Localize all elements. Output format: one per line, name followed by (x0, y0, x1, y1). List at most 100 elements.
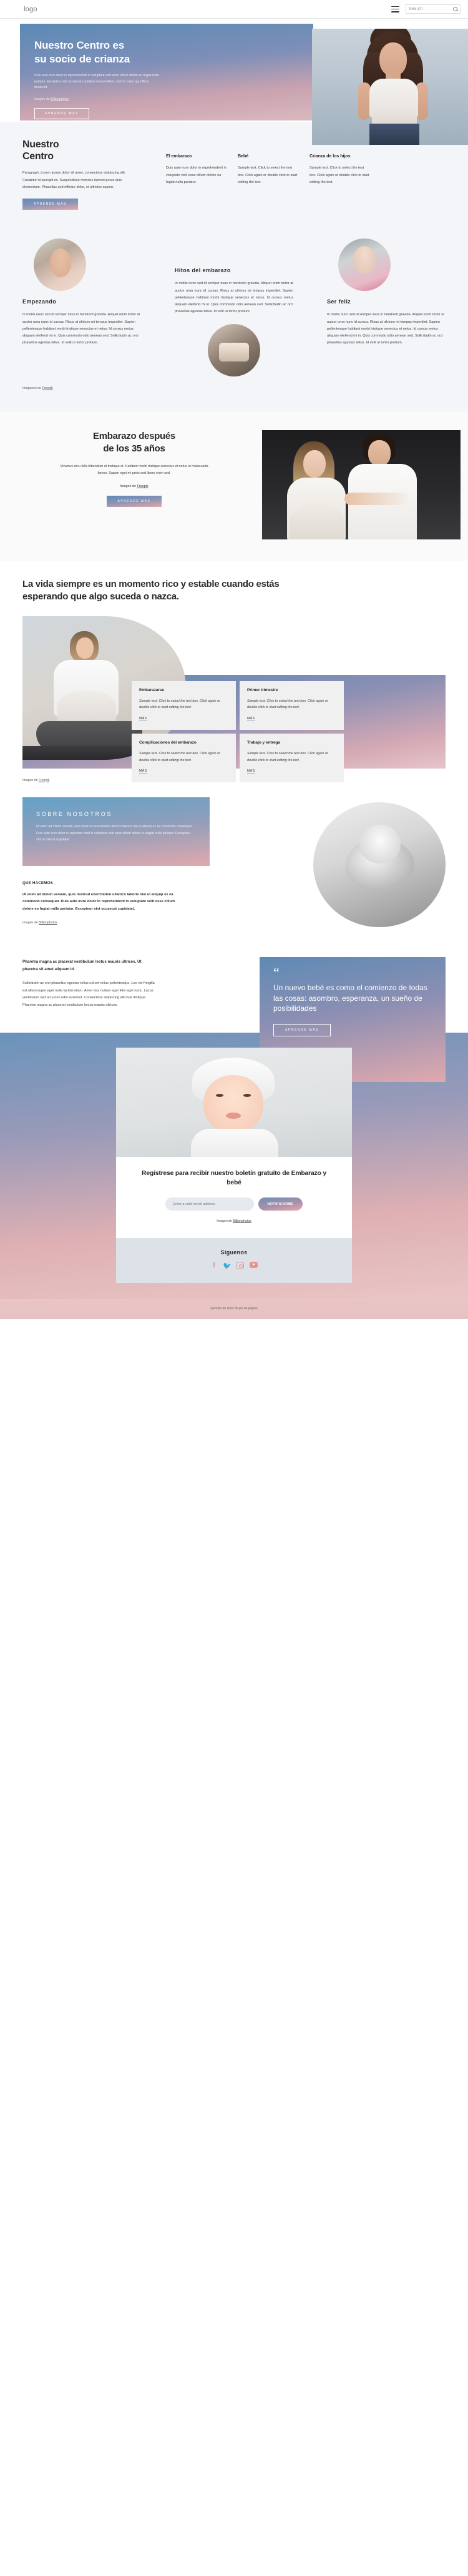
vida-card-link[interactable]: MÁS (139, 769, 147, 774)
sobre-credit: Imagen de Billionphotos (22, 921, 185, 925)
centro-title: Nuestro Centro (22, 139, 147, 162)
quote-cta-button[interactable]: APRENDE MÁS (273, 1024, 331, 1037)
newsletter-submit-button[interactable]: NOTIFICARME (258, 1197, 303, 1211)
circles-credit-prefix: Imágenes de (22, 386, 42, 391)
vida-stage: Embarazarse Sample text. Click to select… (22, 616, 446, 783)
vida-card-title: Complicaciones del embarazo (139, 740, 197, 745)
centro-title-line1: Nuestro (22, 139, 59, 150)
hero-cta-button[interactable]: APRENDE MÁS (34, 107, 89, 119)
vida-card[interactable]: Primer trimestre Sample text. Click to s… (240, 681, 344, 730)
follow-section: Síguenos f 🐦 (116, 1238, 352, 1284)
newsletter-credit-prefix: Imagen de (217, 1219, 233, 1224)
search-input[interactable]: Search (406, 4, 461, 14)
hero-credit-prefix: Imagen de (34, 97, 51, 101)
facebook-icon[interactable]: f (210, 1262, 218, 1269)
centro-columns: El embarazo Duis aute irure dolor in rep… (147, 139, 446, 210)
vida-card-body: Sample text. Click to select the text bo… (247, 699, 328, 710)
after35-body: Vivamus arcu felis bibendum ut tristique… (60, 465, 208, 476)
centro-column: El embarazo Duis aute irure dolor in rep… (166, 153, 238, 210)
circle-body: In mollis nunc sed id semper risus in he… (22, 313, 140, 345)
site-logo[interactable]: logo (24, 6, 37, 13)
sobre-eyebrow: SOBRE NOSOTROS (36, 810, 112, 817)
centro-title-line2: Centro (22, 150, 54, 162)
vida-card-link[interactable]: MÁS (139, 717, 147, 721)
circles-credit: Imágenes de Freepik (22, 386, 446, 390)
hero-credit: Imagen de Billionphotos (34, 97, 313, 101)
vida-card[interactable]: Complicaciones del embarazo Sample text.… (132, 733, 236, 783)
after35-credit-prefix: Imagen de (120, 484, 137, 489)
quote-mark-icon: “ (273, 965, 280, 981)
twitter-icon[interactable]: 🐦 (223, 1262, 232, 1270)
vida-cards: Embarazarse Sample text. Click to select… (132, 681, 344, 783)
vida-credit-prefix: Imagen de (22, 778, 39, 782)
quote-text: Un nuevo bebé es como el comienzo de tod… (273, 983, 427, 1013)
circle-title: Hitos del embarazo (175, 267, 231, 274)
sobre-subtitle: QUE HACEMOS (22, 880, 53, 885)
centro-column: Bebé Sample text. Click to select the te… (238, 153, 310, 210)
circles-section: Empezando In mollis nunc sed id semper r… (0, 229, 468, 412)
vida-card-link[interactable]: MÁS (247, 769, 255, 774)
circle-photo-couple (34, 238, 86, 292)
newsletter-card: Regístrese para recibir nuestro boletín … (116, 1047, 352, 1284)
circle-body: In mollis nunc sed id semper risus in he… (327, 313, 445, 345)
circle-photo-baby-items (208, 324, 260, 377)
vida-card-title: Trabajo y entrega (247, 740, 280, 745)
page-root: logo Search Nuestro Centro es su socio d… (0, 0, 468, 1320)
instagram-icon[interactable] (236, 1262, 244, 1270)
vida-card[interactable]: Embarazarse Sample text. Click to select… (132, 681, 236, 730)
after35-image (262, 430, 461, 540)
search-icon (453, 7, 457, 11)
quote-section: Pharetra magna ac placerat vestibulum le… (0, 941, 468, 1083)
newsletter-photo-baby (116, 1047, 352, 1157)
vida-card-body: Sample text. Click to select the text bo… (247, 752, 328, 762)
vida-card-link[interactable]: MÁS (247, 717, 255, 721)
circle-title: Ser feliz (327, 298, 351, 305)
sobre-photo-baby-feet (313, 802, 446, 927)
search-placeholder: Search (409, 7, 423, 11)
hero-body: Duis aute irure dolor in reprehenderit i… (34, 73, 159, 90)
youtube-icon[interactable] (250, 1262, 258, 1269)
circles-credit-link[interactable]: Freepik (42, 386, 52, 390)
after35-section: Embarazo después de los 35 años Vivamus … (0, 411, 468, 561)
circle-block-hitos: Hitos del embarazo In mollis nunc sed id… (175, 238, 293, 377)
sobre-credit-prefix: Imagen de (22, 921, 39, 925)
hero-panel: Nuestro Centro es su socio de crianza Du… (20, 24, 313, 120)
centro-column-body: Duis aute irure dolor in reprehenderit i… (166, 166, 227, 184)
centro-column-title: Crianza de los hijos (310, 153, 351, 159)
circle-body: In mollis nunc sed id semper risus in he… (175, 282, 293, 314)
newsletter-form: NOTIFICARME (137, 1197, 331, 1211)
hero-section: Nuestro Centro es su socio de crianza Du… (0, 19, 468, 145)
hero-photo (312, 29, 468, 145)
newsletter-email-input[interactable] (165, 1197, 255, 1211)
sobre-credit-link[interactable]: Billionphotos (39, 921, 57, 925)
newsletter-credit-link[interactable]: Billionphotos (233, 1219, 251, 1223)
header-actions: Search (391, 4, 461, 14)
vida-card[interactable]: Trabajo y entrega Sample text. Click to … (240, 733, 344, 783)
vida-card-body: Sample text. Click to select the text bo… (139, 699, 220, 710)
circles-row: Empezando In mollis nunc sed id semper r… (22, 238, 446, 377)
centro-intro: Nuestro Centro Paragraph. Lorem ipsum do… (22, 139, 147, 210)
sobre-body: Ut enim ad minim veniam, quis nostrud ex… (36, 824, 193, 842)
hamburger-icon[interactable] (391, 6, 399, 12)
after35-cta-button[interactable]: APRENDE MÁS (106, 496, 162, 508)
centro-column: Crianza de los hijos Sample text. Click … (310, 153, 381, 210)
circle-block-empezando: Empezando In mollis nunc sed id semper r… (22, 238, 141, 376)
hero-title-line1: Nuestro Centro es (34, 39, 124, 51)
social-links: f 🐦 (116, 1262, 352, 1270)
hero-credit-link[interactable]: Billionphotos (51, 97, 69, 101)
vida-credit-link[interactable]: Freepik (39, 779, 49, 782)
after35-title-line1: Embarazo después (93, 431, 175, 442)
quote-left-text: Pharetra magna ac placerat vestibulum le… (0, 947, 212, 1009)
after35-title: Embarazo después de los 35 años (6, 430, 262, 455)
after35-credit: Imagen de Freepik (6, 484, 262, 488)
vida-heading: La vida siempre es un momento rico y est… (22, 579, 280, 602)
centro-body: Paragraph. Lorem ipsum dolor sit amet, c… (22, 171, 126, 189)
after35-credit-link[interactable]: Freepik (137, 484, 149, 488)
newsletter-credit: Imagen de Billionphotos (137, 1219, 331, 1223)
after35-text: Embarazo después de los 35 años Vivamus … (0, 430, 262, 508)
centro-column-body: Sample text. Click to select the text bo… (238, 166, 298, 184)
vida-card-title: Embarazarse (139, 687, 164, 692)
site-header: logo Search (0, 0, 468, 19)
circle-photo-fitness (338, 238, 391, 292)
centro-cta-button[interactable]: APRENDE MÁS (22, 199, 78, 210)
